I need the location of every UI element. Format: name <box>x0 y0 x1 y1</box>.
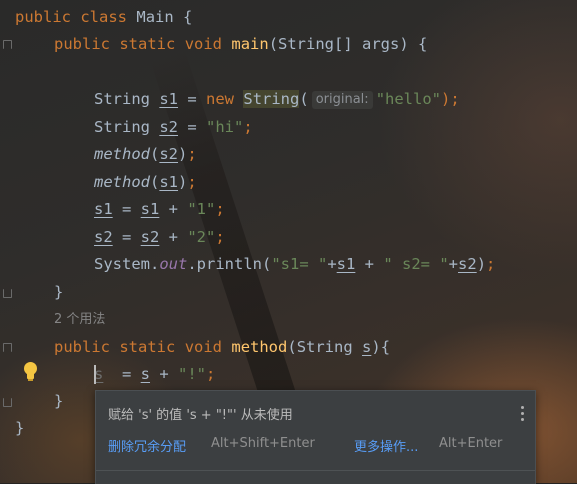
action-shortcut: Alt+Shift+Enter <box>211 436 315 451</box>
variable: s1 <box>159 173 179 191</box>
shortcut-label: Alt+Enter <box>439 436 503 451</box>
code-line-11[interactable]: } <box>54 279 63 306</box>
usage-hint[interactable]: 2 个用法 <box>54 307 105 329</box>
fold-icon[interactable] <box>3 40 12 50</box>
type-name: String <box>94 118 150 136</box>
static-field: out <box>159 255 188 273</box>
class-name: Main <box>136 8 174 26</box>
code-line-10[interactable]: System.out.println("s1= "+s1 + " s2= "+s… <box>94 251 495 278</box>
inspection-message: 赋给 's' 的值 's + "!"' 从未使用 <box>108 408 293 423</box>
code-line-15[interactable]: } <box>15 415 24 442</box>
keyword: void <box>184 35 223 53</box>
parameter-hint: original: <box>311 91 373 109</box>
code-line-5[interactable]: String s2 = "hi"; <box>94 114 253 141</box>
variable: s1 <box>159 90 179 108</box>
variable: s1 <box>140 200 160 218</box>
code-line-9[interactable]: s2 = s2 + "2"; <box>94 224 225 251</box>
popup-divider <box>96 470 535 471</box>
code-line-12[interactable]: public static void method(String s){ <box>54 334 390 361</box>
variable: s2 <box>159 118 179 136</box>
fold-icon[interactable] <box>3 288 12 298</box>
lightbulb-icon[interactable] <box>22 362 40 382</box>
code-line-1[interactable]: public class Main { <box>15 4 192 31</box>
brace: } <box>15 419 25 437</box>
action-shortcut: Alt+Enter <box>439 436 502 451</box>
more-actions-action[interactable]: 更多操作... <box>354 436 418 455</box>
code-line-14[interactable]: } <box>54 388 63 415</box>
brace: } <box>54 392 64 410</box>
variable: s2 <box>458 255 477 273</box>
variable: s2 <box>159 145 179 163</box>
method-call: .println( <box>187 255 272 273</box>
string-literal: "2" <box>187 228 216 246</box>
method-params: (String[] args) { <box>268 35 428 53</box>
string-literal: " s2= " <box>383 255 449 273</box>
type-name-highlighted: String <box>243 90 300 108</box>
keyword: public <box>54 338 110 356</box>
string-literal: "hello" <box>375 90 442 108</box>
method-name: method <box>231 338 288 356</box>
variable: s1 <box>336 255 356 273</box>
code-line-6[interactable]: method(s2); <box>94 141 197 168</box>
action-link[interactable]: 删除冗余分配 <box>108 440 186 455</box>
code-line-7[interactable]: method(s1); <box>94 169 197 196</box>
fold-icon[interactable] <box>3 397 12 407</box>
keyword: static <box>119 338 176 356</box>
variable: s1 <box>94 200 113 218</box>
string-literal: "1" <box>187 200 216 218</box>
more-options-icon[interactable] <box>521 406 525 422</box>
variable: s2 <box>140 228 160 246</box>
parameter: s <box>362 338 372 356</box>
class-ref: System. <box>94 255 160 273</box>
keyword: public <box>54 35 110 53</box>
code-line-4[interactable]: String s1 = new String(original: "hello")… <box>94 86 460 113</box>
brace: { <box>183 8 193 26</box>
parameter: s <box>140 365 151 383</box>
string-literal: "!" <box>178 365 207 383</box>
method-params: (String <box>287 338 363 356</box>
code-line-8[interactable]: s1 = s1 + "1"; <box>94 196 225 223</box>
keyword: static <box>119 35 176 53</box>
brace: } <box>54 283 64 301</box>
action-link[interactable]: 更多操作... <box>354 440 418 455</box>
code-line-2[interactable]: public static void main(String[] args) { <box>54 31 427 58</box>
inspection-popup[interactable]: 赋给 's' 的值 's + "!"' 从未使用 删除冗余分配 Alt+Shif… <box>95 390 536 484</box>
variable: s2 <box>94 228 113 246</box>
text-caret <box>94 365 96 384</box>
string-literal: "s1= " <box>271 255 328 273</box>
string-literal: "hi" <box>206 118 244 136</box>
keyword: class <box>80 8 128 26</box>
type-name: String <box>94 90 150 108</box>
method-call: method <box>94 173 150 191</box>
keyword: new <box>206 90 235 108</box>
code-line-13[interactable]: s = s + "!"; <box>94 361 215 388</box>
fold-icon[interactable] <box>3 343 12 353</box>
keyword: void <box>184 338 223 356</box>
shortcut-label: Alt+Shift+Enter <box>211 436 315 451</box>
keyword: public <box>15 8 71 26</box>
method-name: main <box>231 35 269 53</box>
usage-count: 2 个用法 <box>54 312 106 327</box>
remove-redundant-assignment-action[interactable]: 删除冗余分配 <box>108 436 186 455</box>
method-call: method <box>94 145 150 163</box>
